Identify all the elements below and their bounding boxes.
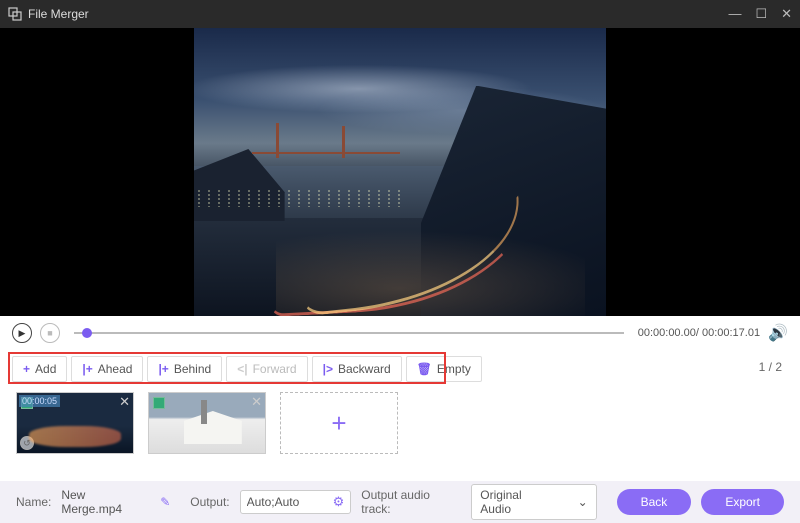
stop-button[interactable]: ■ bbox=[40, 323, 60, 343]
backward-label: Backward bbox=[338, 362, 391, 376]
chevron-down-icon: ⌄ bbox=[578, 495, 588, 509]
add-clip-slot[interactable]: + bbox=[280, 392, 398, 454]
backward-button[interactable]: |> Backward bbox=[312, 356, 402, 382]
remove-clip-icon[interactable]: ✕ bbox=[251, 394, 262, 410]
close-button[interactable]: ✕ bbox=[781, 6, 792, 22]
clip-item[interactable]: ✕ bbox=[148, 392, 266, 454]
output-label: Output: bbox=[190, 495, 229, 509]
clip-item[interactable]: 00:00:05 ✕ ↺ bbox=[16, 392, 134, 454]
seek-handle[interactable] bbox=[82, 328, 92, 338]
preview-frame bbox=[194, 28, 606, 316]
seek-slider[interactable] bbox=[74, 332, 624, 334]
output-format-input[interactable] bbox=[247, 495, 327, 509]
backward-icon: |> bbox=[323, 362, 333, 376]
behind-label: Behind bbox=[174, 362, 211, 376]
plus-icon: + bbox=[331, 408, 346, 439]
forward-label: Forward bbox=[253, 362, 297, 376]
audio-track-select[interactable]: Original Audio ⌄ bbox=[471, 484, 596, 520]
clip-toolbar: + Add |+ Ahead |+ Behind <| Forward |> Backwa… bbox=[12, 356, 788, 382]
add-button[interactable]: + Add bbox=[12, 356, 67, 382]
plus-icon: + bbox=[23, 362, 30, 376]
behind-button[interactable]: |+ Behind bbox=[147, 356, 222, 382]
minimize-button[interactable]: — bbox=[728, 6, 741, 22]
audio-track-label: Output audio track: bbox=[361, 488, 461, 516]
time-display: 00:00:00.00/ 00:00:17.01 bbox=[638, 327, 760, 339]
edit-name-icon[interactable]: ✎ bbox=[160, 495, 170, 509]
empty-label: Empty bbox=[437, 362, 471, 376]
audio-track-value: Original Audio bbox=[480, 488, 553, 516]
gear-icon[interactable]: ⚙ bbox=[333, 494, 345, 510]
volume-icon[interactable]: 🔊 bbox=[768, 323, 788, 343]
remove-clip-icon[interactable]: ✕ bbox=[119, 394, 130, 410]
ahead-label: Ahead bbox=[98, 362, 133, 376]
maximize-button[interactable]: ☐ bbox=[755, 6, 767, 22]
add-label: Add bbox=[35, 362, 56, 376]
playback-controls: ▶ ■ 00:00:00.00/ 00:00:17.01 🔊 bbox=[0, 316, 800, 350]
clip-tray: 00:00:05 ✕ ↺ ✕ + bbox=[0, 386, 800, 464]
back-button[interactable]: Back bbox=[617, 489, 692, 515]
trash-icon: 🗑 bbox=[417, 362, 432, 376]
forward-icon: <| bbox=[237, 362, 247, 376]
play-button[interactable]: ▶ bbox=[12, 323, 32, 343]
page-indicator: 1 / 2 bbox=[759, 360, 782, 374]
app-logo-icon bbox=[8, 7, 22, 21]
titlebar: File Merger — ☐ ✕ bbox=[0, 0, 800, 28]
footer-bar: Name: New Merge.mp4 ✎ Output: ⚙ Output au… bbox=[0, 481, 800, 523]
empty-button[interactable]: 🗑 Empty bbox=[406, 356, 482, 382]
window-title: File Merger bbox=[28, 7, 728, 21]
name-value: New Merge.mp4 bbox=[61, 488, 148, 516]
history-icon[interactable]: ↺ bbox=[20, 436, 34, 450]
select-checkbox[interactable] bbox=[153, 397, 165, 409]
behind-icon: |+ bbox=[158, 362, 168, 376]
export-button[interactable]: Export bbox=[701, 489, 784, 515]
clip-timestamp: 00:00:05 bbox=[19, 395, 60, 407]
video-preview bbox=[0, 28, 800, 316]
name-label: Name: bbox=[16, 495, 51, 509]
output-format-box[interactable]: ⚙ bbox=[240, 490, 352, 514]
ahead-icon: |+ bbox=[82, 362, 92, 376]
forward-button[interactable]: <| Forward bbox=[226, 356, 307, 382]
ahead-button[interactable]: |+ Ahead bbox=[71, 356, 143, 382]
